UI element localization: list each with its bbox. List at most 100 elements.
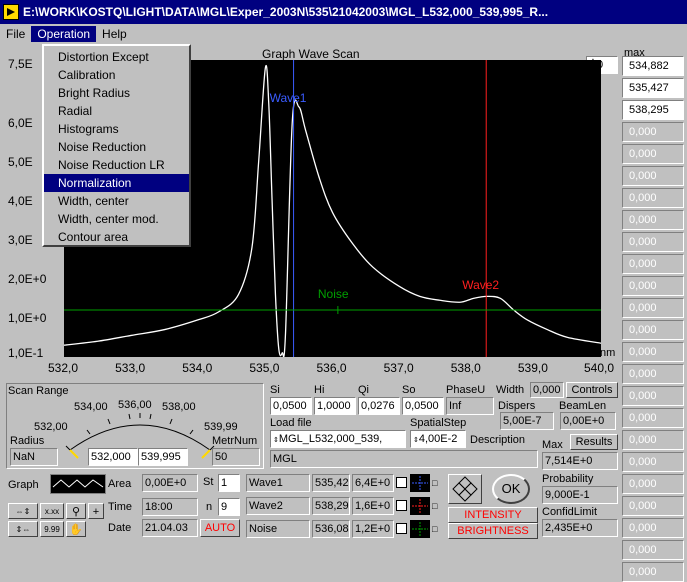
- scan-to-field[interactable]: 539,995: [138, 448, 188, 466]
- si-field[interactable]: 0,0500: [270, 397, 312, 415]
- probability-field[interactable]: 9,000E-1: [542, 486, 618, 504]
- results-button[interactable]: Results: [570, 434, 618, 450]
- max-value-13[interactable]: 0,000: [622, 320, 684, 340]
- max-value-24[interactable]: 0,000: [622, 562, 684, 582]
- noise-name-field[interactable]: Noise: [246, 520, 310, 538]
- max-value-7[interactable]: 0,000: [622, 188, 684, 208]
- brightness-button[interactable]: BRIGHTNESS: [448, 523, 538, 539]
- intensity-button[interactable]: INTENSITY: [448, 507, 538, 523]
- max-value-14[interactable]: 0,000: [622, 342, 684, 362]
- area-field[interactable]: 0,00E+0: [142, 474, 198, 492]
- max-value-22[interactable]: 0,000: [622, 518, 684, 538]
- menu-item-noise-reduction[interactable]: Noise Reduction: [44, 138, 189, 156]
- noise-cursor-style[interactable]: [410, 520, 430, 538]
- wave2-value-field[interactable]: 1,6E+0: [352, 497, 394, 515]
- date-field[interactable]: 21.04.03: [142, 519, 198, 537]
- ok-button[interactable]: OK: [492, 474, 530, 504]
- menu-help[interactable]: Help: [96, 26, 133, 42]
- dispers-field[interactable]: 5,00E-7: [500, 412, 554, 430]
- menu-item-histograms[interactable]: Histograms: [44, 120, 189, 138]
- wave1-cursor-style[interactable]: [410, 474, 430, 492]
- max-value-6[interactable]: 0,000: [622, 166, 684, 186]
- xformat-tool-button[interactable]: x.xx: [40, 503, 64, 519]
- scale-tool-button[interactable]: ⇔⇕: [8, 503, 38, 519]
- lock-icon[interactable]: □: [432, 499, 442, 513]
- menu-item-width-center[interactable]: Width, center: [44, 192, 189, 210]
- metrnum-label: MetrNum: [212, 435, 258, 447]
- menu-operation[interactable]: Operation: [31, 26, 97, 42]
- max-value-21[interactable]: 0,000: [622, 496, 684, 516]
- noise-pos-field[interactable]: 536,08: [312, 520, 350, 538]
- wave2-name-field[interactable]: Wave2: [246, 497, 310, 515]
- app-icon[interactable]: [3, 4, 19, 20]
- qi-field[interactable]: 0,0276: [358, 397, 400, 415]
- pan-tool-button[interactable]: ✋: [66, 521, 86, 537]
- description-field[interactable]: MGL: [270, 450, 538, 468]
- max-value-1[interactable]: 534,882: [622, 56, 684, 76]
- wave2-cursor-style[interactable]: [410, 497, 430, 515]
- menu-item-noise-reduction-lr[interactable]: Noise Reduction LR: [44, 156, 189, 174]
- noise-value-field[interactable]: 1,2E+0: [352, 520, 394, 538]
- auto-button[interactable]: AUTO: [200, 519, 240, 537]
- menu-item-contour-area[interactable]: Contour area: [44, 228, 189, 246]
- max-value-8[interactable]: 0,000: [622, 210, 684, 230]
- max-value-17[interactable]: 0,000: [622, 408, 684, 428]
- wave2-pos-field[interactable]: 538,29: [312, 497, 350, 515]
- wave1-visible-checkbox[interactable]: [396, 477, 407, 488]
- max-value-16[interactable]: 0,000: [622, 386, 684, 406]
- st-field[interactable]: 1: [218, 474, 240, 492]
- spatial-field[interactable]: ⇕4,00E-2: [410, 430, 466, 448]
- zoom-tool-button[interactable]: ⚲: [66, 503, 86, 519]
- max-value-19[interactable]: 0,000: [622, 452, 684, 472]
- beamlen-field[interactable]: 0,00E+0: [560, 412, 616, 430]
- max-value-5[interactable]: 0,000: [622, 144, 684, 164]
- graph-style-selector[interactable]: [50, 474, 106, 494]
- phase-field[interactable]: Inf: [446, 397, 494, 415]
- max-value-23[interactable]: 0,000: [622, 540, 684, 560]
- max-value-2[interactable]: 535,427: [622, 78, 684, 98]
- wave1-pos-field[interactable]: 535,42: [312, 474, 350, 492]
- lock-icon[interactable]: □: [432, 476, 442, 490]
- menu-file[interactable]: File: [0, 26, 31, 42]
- max-value-11[interactable]: 0,000: [622, 276, 684, 296]
- hi-field[interactable]: 1,0000: [314, 397, 356, 415]
- description-label: Description: [470, 434, 526, 446]
- max-value-3[interactable]: 538,295: [622, 100, 684, 120]
- max-value-15[interactable]: 0,000: [622, 364, 684, 384]
- width-field[interactable]: 0,000: [530, 382, 564, 398]
- cursor-add-button[interactable]: +: [88, 503, 104, 519]
- max-value-4[interactable]: 0,000: [622, 122, 684, 142]
- wave2-visible-checkbox[interactable]: [396, 500, 407, 511]
- yformat-tool-button[interactable]: 9.99: [40, 521, 64, 537]
- scale-tool2-button[interactable]: ⇕⇔: [8, 521, 38, 537]
- menu-item-width-center-mod[interactable]: Width, center mod.: [44, 210, 189, 228]
- time-field[interactable]: 18:00: [142, 498, 198, 516]
- cursor-move-button[interactable]: [448, 474, 482, 504]
- menu-item-bright-radius[interactable]: Bright Radius: [44, 84, 189, 102]
- crosshair-icon: [412, 476, 428, 490]
- max-value-12[interactable]: 0,000: [622, 298, 684, 318]
- so-field[interactable]: 0,0500: [402, 397, 444, 415]
- lock-icon[interactable]: □: [432, 522, 442, 536]
- max-value-18[interactable]: 0,000: [622, 430, 684, 450]
- max-value-9[interactable]: 0,000: [622, 232, 684, 252]
- wave1-value-field[interactable]: 6,4E+0: [352, 474, 394, 492]
- max-result-field[interactable]: 7,514E+0: [542, 452, 618, 470]
- confidlimit-field[interactable]: 2,435E+0: [542, 519, 618, 537]
- menu-item-calibration[interactable]: Calibration: [44, 66, 189, 84]
- diamond-arrows-icon: [452, 476, 478, 502]
- loadfile-field[interactable]: ⇕MGL_L532,000_539,: [270, 430, 406, 448]
- max-value-20[interactable]: 0,000: [622, 474, 684, 494]
- menu-item-radial[interactable]: Radial: [44, 102, 189, 120]
- scan-from-field[interactable]: 532,000: [88, 448, 138, 466]
- n-field[interactable]: 9: [218, 498, 240, 516]
- metrnum-field[interactable]: 50: [212, 448, 260, 466]
- noise-visible-checkbox[interactable]: [396, 523, 407, 534]
- menu-item-distortion-except[interactable]: Distortion Except: [44, 48, 189, 66]
- radius-field[interactable]: NaN: [10, 448, 58, 466]
- menu-item-normalization[interactable]: Normalization: [44, 174, 189, 192]
- controls-button[interactable]: Controls: [566, 382, 618, 398]
- max-value-10[interactable]: 0,000: [622, 254, 684, 274]
- wave1-name-field[interactable]: Wave1: [246, 474, 310, 492]
- scan-tick-3: 536,00: [118, 399, 152, 411]
